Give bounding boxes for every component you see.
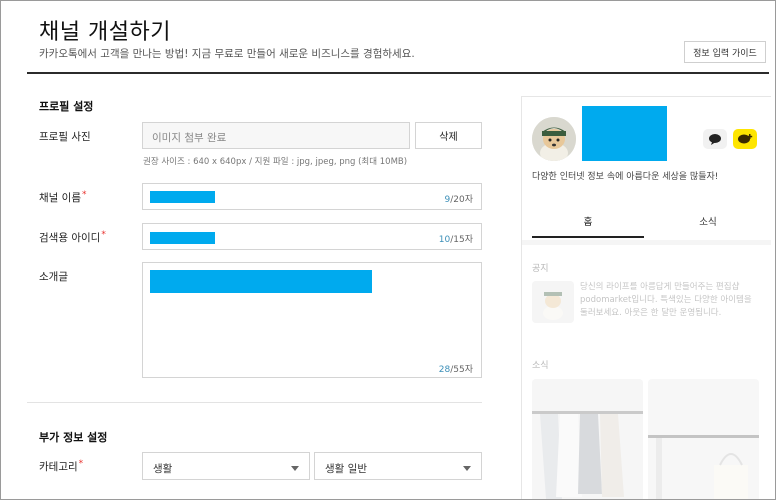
notice-text: 당신의 라이프를 아름답게 만들어주는 편집샵 podomarket입니다. 특… <box>580 282 752 318</box>
category-secondary-select[interactable]: 생활 일반 <box>314 452 482 480</box>
required-mark: * <box>101 230 106 240</box>
tab-home[interactable]: 홈 <box>532 214 644 238</box>
profile-section-title: 프로필 설정 <box>39 100 94 113</box>
chat-icon[interactable] <box>703 129 727 149</box>
profile-photo-label: 프로필 사진 <box>39 131 91 143</box>
channel-preview-panel: 다양한 인터넷 정보 속에 아름다운 세상을 많들자! 홈 소식 공지 당신의 … <box>521 96 771 499</box>
news-title: 소식 <box>532 361 549 371</box>
required-mark: * <box>78 459 84 469</box>
notice-title: 공지 <box>532 264 549 274</box>
tab-news[interactable]: 소식 <box>652 214 764 238</box>
channel-name-label: 채널 이름* <box>39 190 87 204</box>
preview-tabs: 홈 소식 <box>532 214 771 238</box>
search-id-counter: 10/15자 <box>438 235 473 245</box>
page-title: 채널 개설하기 <box>39 20 171 45</box>
required-mark: * <box>81 190 87 200</box>
page-subtitle: 카카오톡에서 고객을 만나는 방법! 지금 무료로 만들어 새로운 비즈니스를 … <box>39 48 415 60</box>
delete-photo-button[interactable]: 삭제 <box>415 122 482 149</box>
channel-description: 다양한 인터넷 정보 속에 아름다운 세상을 많들자! <box>532 172 719 182</box>
chevron-down-icon <box>463 466 471 471</box>
redacted-value <box>150 232 215 244</box>
intro-counter: 28/55자 <box>438 365 473 375</box>
extra-section-title: 부가 정보 설정 <box>39 431 108 444</box>
photo-hint: 권장 사이즈 : 640 x 640px / 지원 파일 : jpg, jpeg… <box>143 157 408 167</box>
channel-create-page: 채널 개설하기 카카오톡에서 고객을 만나는 방법! 지금 무료로 만들어 새로… <box>0 0 776 500</box>
search-id-label: 검색용 아이디* <box>39 230 106 244</box>
preview-gap <box>522 240 771 245</box>
redacted-value <box>150 270 372 293</box>
chevron-down-icon <box>291 466 299 471</box>
channel-name-counter: 9/20자 <box>444 195 474 205</box>
header-divider <box>27 72 769 74</box>
news-image-clothes <box>532 379 643 499</box>
intro-textarea[interactable]: 28/55자 <box>142 262 482 378</box>
category-primary-select[interactable]: 생활 <box>142 452 310 480</box>
intro-label: 소개글 <box>39 271 68 283</box>
info-guide-button[interactable]: 정보 입력 가이드 <box>684 41 766 63</box>
redacted-channel-name <box>582 106 667 161</box>
news-image-bag <box>648 379 759 499</box>
add-channel-icon[interactable] <box>733 129 757 149</box>
profile-photo-field[interactable]: 이미지 첨부 완료 <box>142 122 410 149</box>
section-divider <box>27 402 482 403</box>
category-label: 카테고리* <box>39 459 84 473</box>
dog-avatar-image <box>532 117 576 161</box>
notice-thumbnail <box>532 281 574 323</box>
profile-avatar <box>532 117 576 161</box>
channel-name-input[interactable]: 9/20자 <box>142 183 482 210</box>
search-id-input[interactable]: 10/15자 <box>142 223 482 250</box>
redacted-value <box>150 191 215 203</box>
profile-photo-status: 이미지 첨부 완료 <box>152 132 227 144</box>
